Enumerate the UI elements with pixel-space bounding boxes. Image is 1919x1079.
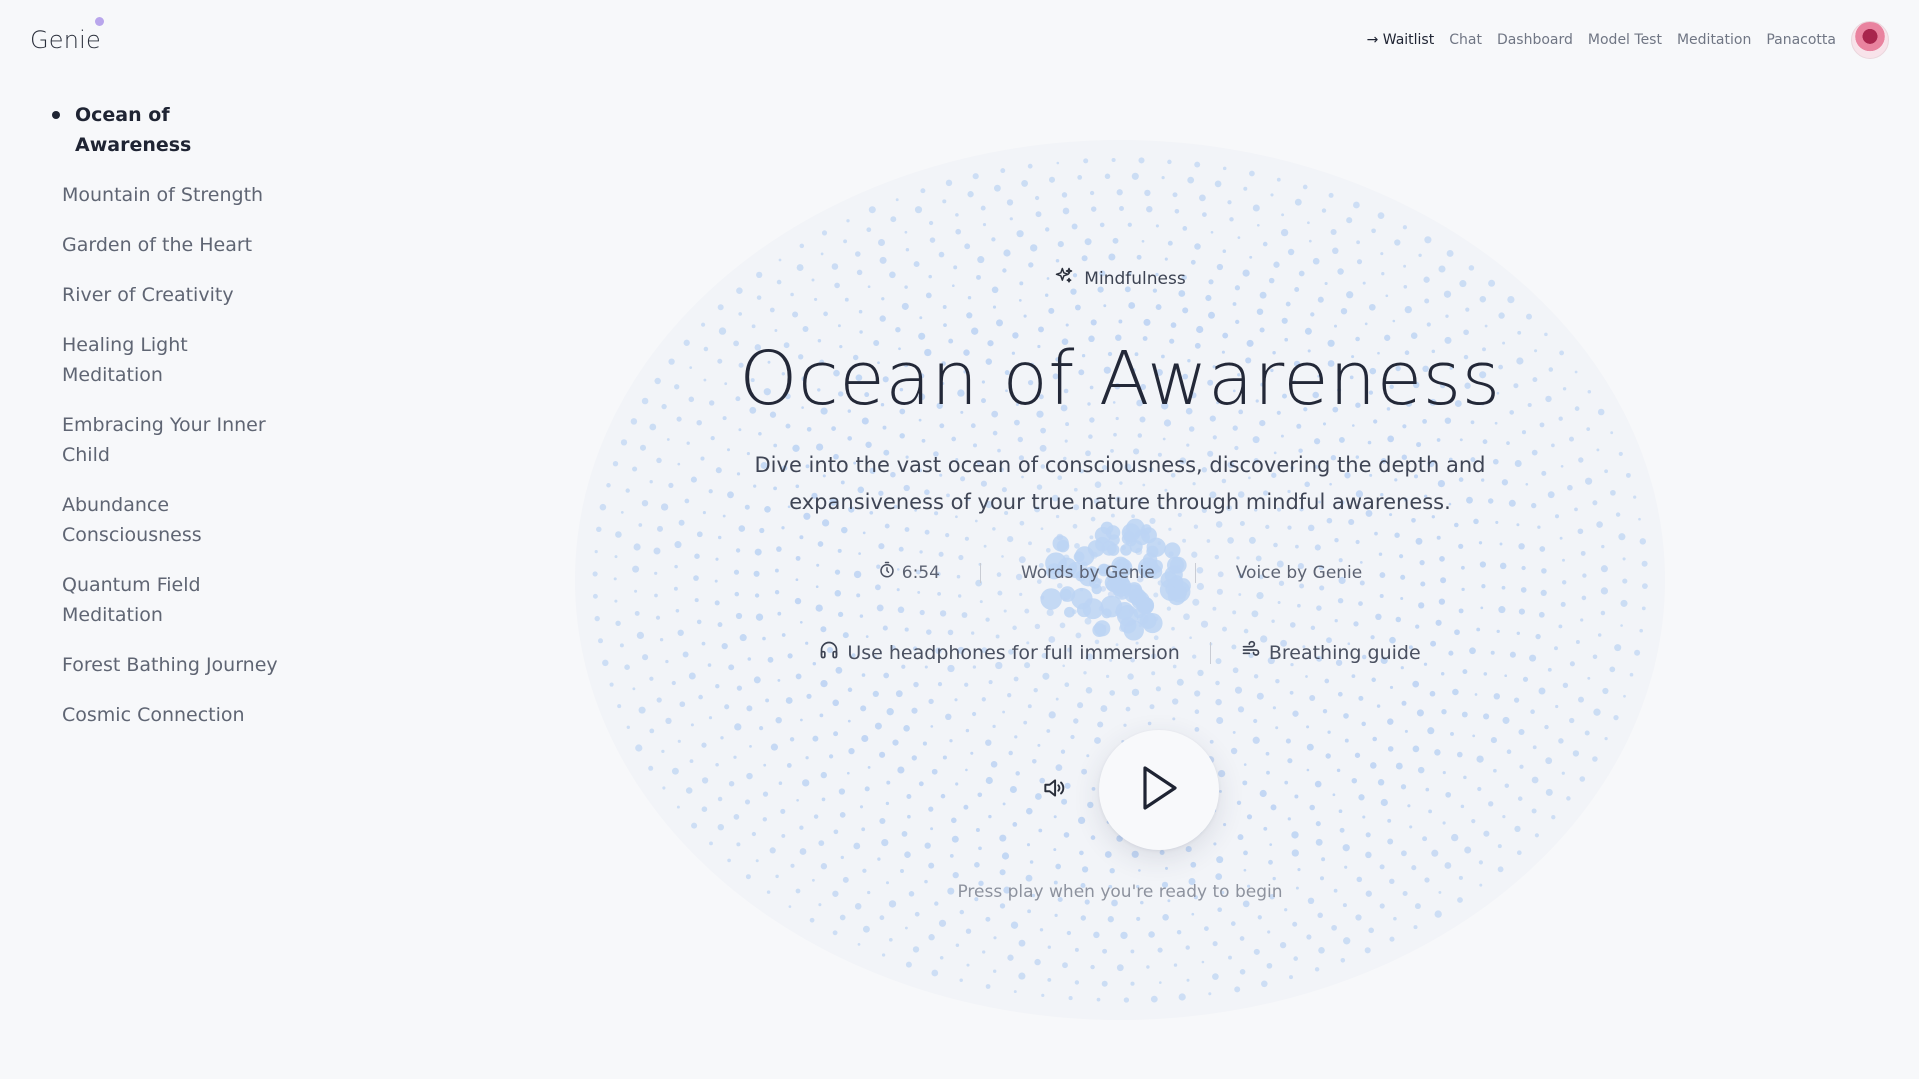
sparkles-icon	[1054, 266, 1074, 291]
meditation-item-inner-child[interactable]: Embracing Your Inner Child	[62, 410, 292, 470]
meditation-item-forest-bathing[interactable]: Forest Bathing Journey	[62, 650, 292, 680]
meditation-item-mountain-of-strength[interactable]: Mountain of Strength	[62, 180, 292, 210]
meditation-item-abundance[interactable]: Abundance Consciousness	[62, 490, 292, 550]
nav-meditation[interactable]: Meditation	[1677, 32, 1751, 48]
duration: 6:54	[838, 561, 980, 584]
breathing-guide-label[interactable]: Breathing guide	[1269, 642, 1421, 664]
play-hint: Press play when you're ready to begin	[957, 882, 1283, 902]
meditation-item-river-of-creativity[interactable]: River of Creativity	[62, 280, 292, 310]
play-button[interactable]	[1099, 730, 1219, 850]
meditation-detail: Mindfulness Ocean of Awareness Dive into…	[640, 0, 1600, 1079]
wind-icon	[1241, 640, 1261, 665]
meditation-item-cosmic-connection[interactable]: Cosmic Connection	[62, 700, 292, 730]
listening-tips: Use headphones for full immersion Breath…	[640, 640, 1600, 665]
meditation-item-garden-of-the-heart[interactable]: Garden of the Heart	[62, 230, 292, 260]
headphones-tip-label: Use headphones for full immersion	[847, 641, 1180, 664]
category-badge: Mindfulness	[640, 266, 1600, 291]
meditation-item-healing-light[interactable]: Healing Light Meditation	[62, 330, 292, 390]
avatar[interactable]	[1851, 21, 1889, 59]
player-controls	[640, 730, 1600, 850]
words-by: Words by Genie	[1020, 562, 1155, 583]
volume-icon	[1041, 775, 1067, 805]
play-icon	[1137, 764, 1181, 816]
meditation-meta: 6:54 Words by Genie Voice by Genie	[640, 561, 1600, 584]
voice-by: Voice by Genie	[1235, 562, 1363, 583]
category-label: Mindfulness	[1084, 268, 1186, 289]
headphones-icon	[819, 640, 839, 665]
timer-icon	[878, 561, 896, 584]
meditation-item-ocean-of-awareness[interactable]: Ocean of Awareness	[52, 100, 292, 160]
meditation-title: Ocean of Awareness	[739, 336, 1501, 422]
breathing-guide-toggle[interactable]: Breathing guide	[1211, 640, 1451, 665]
meditation-description: Dive into the vast ocean of consciousnes…	[754, 453, 1486, 514]
nav-panacotta[interactable]: Panacotta	[1766, 32, 1836, 48]
duration-value: 6:54	[901, 562, 940, 583]
logo[interactable]: Genie	[30, 26, 101, 54]
logo-dot	[95, 17, 104, 26]
meditation-list: Ocean of Awareness Mountain of Strength …	[52, 100, 292, 750]
volume-button[interactable]	[1036, 772, 1072, 808]
meditation-item-quantum-field[interactable]: Quantum Field Meditation	[62, 570, 292, 630]
meditation-page: Genie → Waitlist Chat Dashboard Model Te…	[0, 0, 1919, 1079]
headphones-tip: Use headphones for full immersion	[789, 640, 1210, 665]
